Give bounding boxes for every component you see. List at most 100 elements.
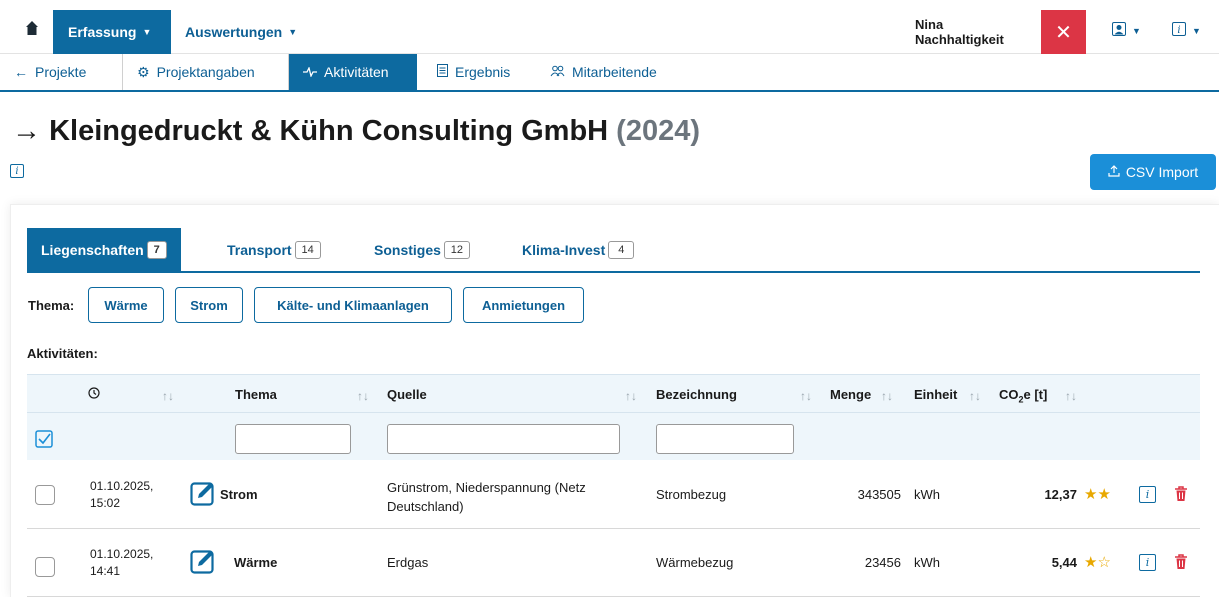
row-bezeichnung: Strombezug xyxy=(656,487,727,502)
trash-icon[interactable] xyxy=(1174,486,1188,505)
subnav-label: Projektangaben xyxy=(156,64,255,80)
close-button[interactable]: ✕ xyxy=(1041,10,1086,54)
info-menu-button[interactable]: i ▼ xyxy=(1172,22,1201,39)
row-date: 01.10.2025, xyxy=(90,479,154,493)
subnav-mitarbeitende[interactable]: Mitarbeitende xyxy=(536,54,671,90)
row-time: 15:02 xyxy=(90,496,121,510)
column-bezeichnung[interactable]: Bezeichnung xyxy=(656,387,737,402)
rating-stars: ★★ xyxy=(1084,486,1111,503)
chevron-down-icon: ▼ xyxy=(288,27,298,37)
row-co2e: 12,37 xyxy=(1044,487,1077,502)
sort-icon[interactable]: ↑↓ xyxy=(1065,389,1077,403)
aktivitaeten-label: Aktivitäten: xyxy=(27,346,98,361)
bezeichnung-filter-input[interactable] xyxy=(656,424,794,454)
count-badge: 7 xyxy=(146,240,167,259)
thema-label: Thema: xyxy=(28,298,75,313)
column-thema[interactable]: Thema xyxy=(235,387,277,402)
row-menge: 343505 xyxy=(857,487,901,502)
row-time: 14:41 xyxy=(90,564,121,578)
subnav-label: Mitarbeitende xyxy=(572,64,657,80)
edit-icon[interactable] xyxy=(190,480,216,509)
project-year: (2024) xyxy=(616,115,700,147)
table-row: 01.10.2025, 14:41 Wärme Erdgas Wärmebezu… xyxy=(27,529,1200,597)
project-subnav: ← Projekte ⚙ Projektangaben Aktivitäten … xyxy=(0,54,1219,92)
menu-erfassung[interactable]: Erfassung ▼ xyxy=(53,10,171,54)
count-badge: 4 xyxy=(608,240,635,259)
row-timestamp: 01.10.2025, 14:41 xyxy=(90,546,153,580)
subnav-aktivitaeten[interactable]: Aktivitäten xyxy=(289,54,417,90)
trash-icon[interactable] xyxy=(1174,554,1188,573)
csv-import-button[interactable]: CSV Import xyxy=(1090,154,1216,190)
gear-icon: ⚙ xyxy=(137,63,150,80)
checkbox-icon[interactable] xyxy=(35,430,53,451)
subnav-label: Aktivitäten xyxy=(324,64,389,80)
thema-chip-anmietungen[interactable]: Anmietungen xyxy=(463,287,584,323)
tab-transport[interactable]: Transport 14 xyxy=(213,228,335,271)
tab-klima-invest[interactable]: Klima-Invest 4 xyxy=(508,228,648,271)
category-tabs: Liegenschaften 7 Transport 14 Sonstiges … xyxy=(27,228,1200,273)
row-thema: Wärme xyxy=(234,555,278,570)
tab-liegenschaften[interactable]: Liegenschaften 7 xyxy=(27,228,181,271)
svg-text:i: i xyxy=(1177,25,1180,36)
row-quelle-line: Grünstrom, Niederspannung (Netz xyxy=(387,480,586,495)
row-quelle: Erdgas xyxy=(387,555,429,570)
thema-filter-input[interactable] xyxy=(235,424,351,454)
people-icon xyxy=(550,64,565,80)
column-menge[interactable]: Menge xyxy=(830,387,871,402)
column-co2e[interactable]: CO2e [t] xyxy=(999,387,1047,405)
subnav-back-projekte[interactable]: ← Projekte xyxy=(0,54,123,90)
sort-icon[interactable]: ↑↓ xyxy=(969,389,981,403)
edit-icon[interactable] xyxy=(190,548,216,577)
row-date: 01.10.2025, xyxy=(90,547,154,561)
tab-label: Klima-Invest xyxy=(522,241,606,258)
sort-icon[interactable]: ↑↓ xyxy=(881,389,893,403)
info-icon[interactable]: i xyxy=(10,164,24,178)
table-row: 01.10.2025, 15:02 Strom Grünstrom, Niede… xyxy=(27,461,1200,529)
subnav-label: Projekte xyxy=(35,64,87,80)
row-quelle: Grünstrom, Niederspannung (Netz Deutschl… xyxy=(387,478,586,516)
info-icon[interactable]: i xyxy=(1139,486,1156,503)
sort-icon[interactable]: ↑↓ xyxy=(162,389,174,403)
tab-sonstiges[interactable]: Sonstiges 12 xyxy=(360,228,484,271)
column-quelle[interactable]: Quelle xyxy=(387,387,427,402)
thema-chip-strom[interactable]: Strom xyxy=(175,287,243,323)
home-icon[interactable] xyxy=(22,12,42,44)
info-icon[interactable]: i xyxy=(1139,554,1156,571)
thema-chip-waerme[interactable]: Wärme xyxy=(88,287,164,323)
row-checkbox[interactable] xyxy=(35,557,55,577)
upload-icon xyxy=(1108,164,1120,180)
row-checkbox[interactable] xyxy=(35,485,55,505)
company-name: Kleingedruckt & Kühn Consulting GmbH xyxy=(49,115,609,147)
row-einheit: kWh xyxy=(914,555,940,570)
subnav-ergebnis[interactable]: Ergebnis xyxy=(423,54,524,90)
sort-icon[interactable]: ↑↓ xyxy=(357,389,369,403)
chevron-down-icon: ▼ xyxy=(1132,25,1141,36)
thema-chip-kaelte[interactable]: Kälte- und Klimaanlagen xyxy=(254,287,452,323)
quelle-filter-input[interactable] xyxy=(387,424,620,454)
count-badge: 12 xyxy=(443,240,470,259)
header-divider xyxy=(27,412,1200,413)
document-icon xyxy=(437,64,448,80)
tab-label: Transport xyxy=(227,241,292,258)
activity-icon xyxy=(303,64,317,80)
row-menge: 23456 xyxy=(864,555,901,570)
menu-auswertungen[interactable]: Auswertungen ▼ xyxy=(185,10,297,54)
sort-icon[interactable]: ↑↓ xyxy=(625,389,637,403)
user-menu-button[interactable]: ▼ xyxy=(1112,22,1141,39)
csv-import-label: CSV Import xyxy=(1125,164,1199,180)
menu-erfassung-label: Erfassung xyxy=(68,24,137,40)
subnav-projektangaben[interactable]: ⚙ Projektangaben xyxy=(123,54,289,90)
arrow-right-icon: → xyxy=(12,115,41,147)
co2-unit: e [t] xyxy=(1023,387,1048,402)
row-bezeichnung: Wärmebezug xyxy=(656,555,734,570)
sort-icon[interactable]: ↑↓ xyxy=(800,389,812,403)
co2-label: CO xyxy=(999,387,1019,402)
count-badge: 14 xyxy=(294,240,321,259)
row-thema: Strom xyxy=(220,487,258,502)
clock-icon xyxy=(88,387,100,402)
column-einheit[interactable]: Einheit xyxy=(914,387,957,402)
top-navbar: Erfassung ▼ Auswertungen ▼ Nina Nachhalt… xyxy=(0,0,1219,54)
rating-stars: ★☆ xyxy=(1084,554,1111,571)
person-icon xyxy=(1112,22,1126,39)
row-einheit: kWh xyxy=(914,487,940,502)
